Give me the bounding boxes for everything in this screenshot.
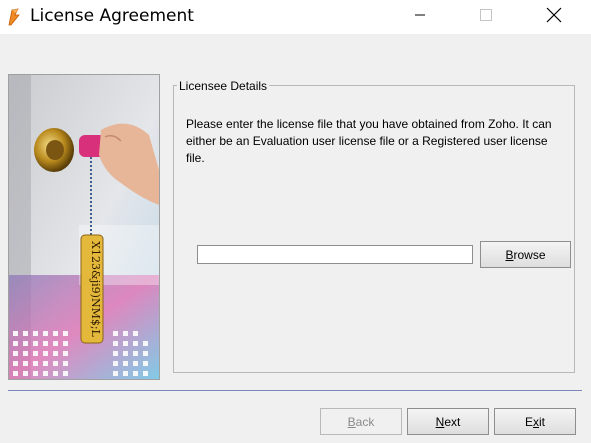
back-label: ack [355,414,375,429]
maximize-button[interactable] [463,0,509,34]
next-label: ext [444,414,461,429]
side-illustration: X123&ji9)NM$;L [8,74,160,380]
license-instructions: Please enter the license file that you h… [186,117,552,165]
next-mnemonic: N [435,414,445,429]
exit-first: E [524,414,533,429]
browse-button[interactable]: Browse [480,241,571,268]
exit-button[interactable]: Ex it [494,408,576,435]
key-tag-text: X123&ji9)NM$;L [89,241,102,337]
app-icon [6,7,22,27]
close-button[interactable] [531,0,577,34]
window-title: License Agreement [30,6,194,26]
minimize-button[interactable] [397,0,443,34]
next-button[interactable]: Next [407,408,489,435]
exit-label: it [539,414,545,429]
maximize-icon [479,8,493,27]
browse-mnemonic: B [505,247,514,262]
title-bar: License Agreement [0,0,591,34]
back-button[interactable]: Back [320,408,402,435]
close-icon [546,7,562,28]
license-file-path-input[interactable] [197,245,473,264]
minimize-icon [414,8,426,26]
back-mnemonic: B [347,414,356,429]
footer-separator [8,390,582,391]
group-legend: Licensee Details [177,79,270,93]
browse-label: rowse [513,247,546,262]
